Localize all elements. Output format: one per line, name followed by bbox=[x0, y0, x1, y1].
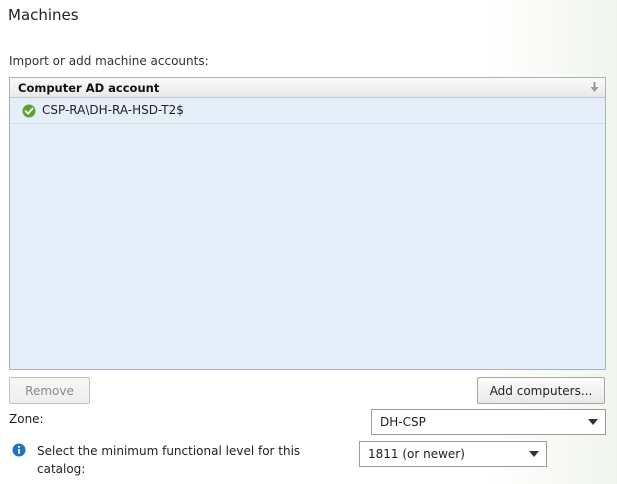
check-circle-icon bbox=[22, 104, 36, 118]
machine-account-name: CSP-RA\DH-RA-HSD-T2$ bbox=[42, 103, 184, 117]
sort-arrow-icon[interactable] bbox=[590, 81, 599, 93]
functional-level-selected-value: 1811 (or newer) bbox=[368, 447, 465, 461]
section-title: Machines bbox=[8, 6, 79, 24]
info-icon bbox=[12, 443, 26, 457]
zone-selected-value: DH-CSP bbox=[380, 415, 426, 429]
functional-level-select[interactable]: 1811 (or newer) bbox=[359, 441, 547, 467]
chevron-down-icon bbox=[529, 451, 539, 457]
chevron-down-icon bbox=[588, 419, 598, 425]
table-row[interactable]: CSP-RA\DH-RA-HSD-T2$ bbox=[10, 98, 605, 124]
grid-header[interactable]: Computer AD account bbox=[10, 78, 605, 98]
remove-button[interactable]: Remove bbox=[9, 377, 90, 404]
zone-label: Zone: bbox=[9, 412, 44, 426]
add-computers-button[interactable]: Add computers... bbox=[477, 377, 605, 404]
column-header-computer-ad-account[interactable]: Computer AD account bbox=[18, 81, 159, 95]
zone-select[interactable]: DH-CSP bbox=[371, 409, 606, 435]
section-subtitle: Import or add machine accounts: bbox=[9, 54, 209, 68]
machine-accounts-grid[interactable]: Computer AD account CSP-RA\DH-RA-HSD-T2$ bbox=[9, 77, 606, 370]
functional-level-label: Select the minimum functional level for … bbox=[37, 444, 301, 476]
